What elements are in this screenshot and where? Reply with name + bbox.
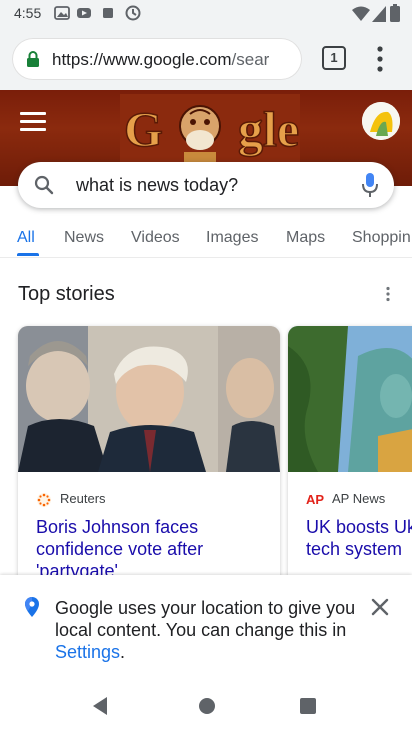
- news-source: Reuters: [60, 491, 106, 506]
- account-avatar[interactable]: [362, 102, 400, 140]
- more-options-icon[interactable]: [380, 286, 396, 302]
- close-icon[interactable]: [370, 597, 390, 617]
- location-message-end: .: [120, 642, 126, 662]
- photo-notification-icon: [54, 6, 70, 20]
- lock-icon[interactable]: [26, 51, 40, 67]
- svg-text:gle: gle: [238, 101, 299, 157]
- news-card[interactable]: AP AP News UK boosts Uk with high-tech s…: [288, 326, 412, 586]
- search-tabs: All News Videos Images Maps Shoppin: [0, 222, 412, 258]
- search-input[interactable]: what is news today?: [76, 175, 238, 196]
- url-host: https://www.google.com: [52, 50, 232, 69]
- microphone-icon[interactable]: [362, 173, 378, 197]
- signal-icon: [372, 6, 386, 22]
- news-source: AP News: [332, 491, 386, 506]
- top-stories-heading: Top stories: [18, 283, 115, 305]
- avatar-image: [362, 102, 400, 140]
- google-doodle-logo[interactable]: G gle: [120, 94, 300, 166]
- system-navigation-bar: [0, 678, 412, 732]
- reuters-logo-icon: [37, 493, 51, 507]
- tab-news[interactable]: News: [64, 229, 104, 247]
- news-thumbnail-image: [288, 326, 412, 472]
- tab-maps[interactable]: Maps: [286, 229, 325, 247]
- svg-text:AP: AP: [306, 492, 324, 506]
- tab-shopping[interactable]: Shoppin: [352, 229, 411, 247]
- tab-images[interactable]: Images: [206, 229, 258, 247]
- active-tab-indicator: [17, 253, 39, 256]
- battery-icon: [390, 4, 400, 22]
- tab-switcher-button[interactable]: 1: [322, 46, 346, 70]
- ap-news-logo-icon: AP: [306, 492, 324, 506]
- location-message: Google uses your location to give you lo…: [55, 597, 365, 663]
- news-thumbnail-image: [18, 326, 280, 472]
- news-card[interactable]: Reuters Boris Johnson faces confidence v…: [18, 326, 280, 586]
- overflow-menu-icon[interactable]: [370, 44, 390, 74]
- news-headline[interactable]: UK boosts Uk with high-tech system: [306, 516, 412, 560]
- address-bar[interactable]: https://www.google.com/sear: [12, 38, 302, 80]
- status-bar: 4:55: [0, 0, 412, 28]
- browser-toolbar: https://www.google.com/sear 1: [0, 28, 412, 90]
- status-time: 4:55: [14, 5, 42, 21]
- settings-link[interactable]: Settings: [55, 642, 120, 662]
- svg-text:G: G: [124, 101, 163, 157]
- url-path: /sear: [231, 50, 270, 69]
- home-icon[interactable]: [197, 696, 217, 716]
- news-headline[interactable]: Boris Johnson faces confidence vote afte…: [36, 516, 266, 582]
- sync-notification-icon: [125, 5, 141, 21]
- hamburger-menu-icon[interactable]: [20, 112, 46, 134]
- url-text[interactable]: https://www.google.com/sear: [52, 50, 269, 70]
- search-icon: [34, 175, 54, 195]
- wifi-icon: [352, 6, 370, 21]
- location-message-text: Google uses your location to give you lo…: [55, 598, 356, 640]
- location-pin-icon: [25, 597, 39, 617]
- search-box[interactable]: what is news today?: [18, 162, 394, 208]
- back-icon[interactable]: [91, 696, 109, 716]
- location-banner: Google uses your location to give you lo…: [0, 575, 412, 678]
- stop-notification-icon: [103, 8, 113, 18]
- tab-videos[interactable]: Videos: [131, 229, 180, 247]
- youtube-notification-icon: [77, 8, 91, 18]
- tab-all[interactable]: All: [17, 229, 35, 247]
- recent-apps-icon[interactable]: [299, 697, 317, 715]
